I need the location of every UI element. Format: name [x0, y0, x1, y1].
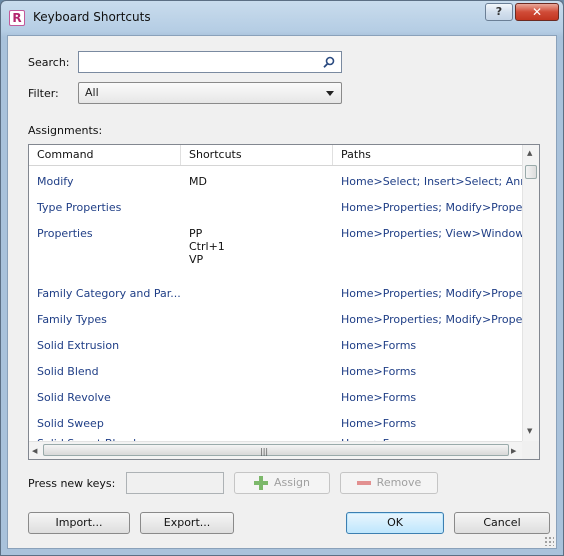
search-icon[interactable]: [323, 56, 335, 68]
cell-paths: Home>Forms: [341, 365, 417, 378]
cell-command: Properties: [37, 227, 93, 240]
vertical-scroll-thumb[interactable]: [525, 165, 537, 179]
table-row[interactable]: Solid Revolve Home>Forms: [29, 387, 523, 413]
search-input[interactable]: [78, 51, 342, 73]
table-row[interactable]: Type Properties Home>Properties; Modify>…: [29, 197, 523, 223]
filter-dropdown[interactable]: All: [78, 82, 342, 104]
chevron-down-icon: [326, 91, 334, 96]
horizontal-scroll-thumb[interactable]: |||: [43, 444, 509, 456]
cell-command: Solid Revolve: [37, 391, 111, 404]
filter-label: Filter:: [28, 87, 59, 100]
column-header-shortcuts[interactable]: Shortcuts: [181, 145, 333, 165]
assign-button[interactable]: Assign: [234, 472, 330, 494]
table-row[interactable]: Properties PP Ctrl+1 VP Home>Properties;…: [29, 223, 523, 275]
cell-command: Family Types: [37, 313, 107, 326]
search-label: Search:: [28, 56, 70, 69]
column-header-paths[interactable]: Paths: [333, 145, 523, 165]
plus-icon: [254, 476, 268, 490]
cell-shortcuts: MD: [189, 175, 207, 188]
title-bar[interactable]: R Keyboard Shortcuts ? ✕: [1, 1, 563, 35]
press-new-keys-input[interactable]: [126, 472, 224, 494]
table-row[interactable]: Modify MD Home>Select; Insert>Select; An…: [29, 171, 523, 197]
cell-paths: Home>Forms: [341, 339, 417, 352]
cell-command: Type Properties: [37, 201, 122, 214]
scroll-grip-icon: |||: [260, 447, 269, 456]
close-button[interactable]: ✕: [515, 3, 559, 21]
press-keys-label: Press new keys:: [28, 477, 116, 490]
scroll-left-arrow-icon[interactable]: ◀: [32, 447, 37, 455]
export-button[interactable]: Export...: [140, 512, 234, 534]
revit-app-icon: R: [9, 10, 25, 26]
table-header: Command Shortcuts Paths: [29, 145, 523, 166]
resize-grip-icon[interactable]: [544, 536, 554, 546]
cell-paths: Home>Properties; View>Window...: [341, 227, 523, 240]
search-label-text: Search:: [28, 56, 70, 69]
table-row[interactable]: Family Types Home>Properties; Modify>Pro…: [29, 309, 523, 335]
cell-shortcuts: PP Ctrl+1 VP: [189, 227, 225, 266]
remove-button[interactable]: Remove: [340, 472, 438, 494]
help-button[interactable]: ?: [485, 3, 513, 21]
cell-command: Solid Blend: [37, 365, 99, 378]
cancel-button[interactable]: Cancel: [454, 512, 550, 534]
column-header-command[interactable]: Command: [29, 145, 181, 165]
assignments-label: Assignments:: [28, 124, 103, 137]
cell-command: Family Category and Par...: [37, 287, 181, 300]
cell-command: Solid Sweep: [37, 417, 104, 430]
scroll-right-arrow-icon[interactable]: ▶: [511, 447, 516, 455]
cell-paths: Home>Forms: [341, 391, 417, 404]
cell-paths: Home>Select; Insert>Select; Ann...: [341, 175, 523, 188]
cell-command: Solid Extrusion: [37, 339, 120, 352]
search-field[interactable]: [82, 54, 316, 72]
remove-label: Remove: [376, 476, 422, 489]
cell-paths: Home>Properties; Modify>Prope...: [341, 287, 523, 300]
scroll-up-arrow-icon[interactable]: ▲: [527, 149, 532, 157]
scroll-corner: [522, 441, 539, 459]
dialog-title: Keyboard Shortcuts: [33, 10, 151, 24]
cell-command: Modify: [37, 175, 74, 188]
assign-label: Assign: [274, 476, 310, 489]
table-row[interactable]: Solid Blend Home>Forms: [29, 361, 523, 387]
ok-button[interactable]: OK: [346, 512, 444, 534]
keyboard-shortcuts-dialog: R Keyboard Shortcuts ? ✕ Search: Filter:…: [0, 0, 564, 556]
minus-icon: [356, 481, 371, 485]
dialog-body: Search: Filter: All Assignments: Command…: [7, 35, 557, 549]
table-row[interactable]: Solid Extrusion Home>Forms: [29, 335, 523, 361]
horizontal-scrollbar[interactable]: ◀ ||| ▶: [29, 441, 523, 459]
cell-paths: Home>Properties; Modify>Prope...: [341, 201, 523, 214]
scroll-down-arrow-icon[interactable]: ▼: [527, 427, 532, 435]
table-row[interactable]: Solid Sweep Home>Forms: [29, 413, 523, 439]
cell-paths: Home>Forms: [341, 417, 417, 430]
table-row[interactable]: Family Category and Par... Home>Properti…: [29, 283, 523, 309]
import-button[interactable]: Import...: [28, 512, 130, 534]
assignments-table[interactable]: Command Shortcuts Paths Modify MD Home>S…: [28, 144, 540, 460]
cell-paths: Home>Properties; Modify>Prope...: [341, 313, 523, 326]
filter-value: All: [85, 86, 99, 99]
vertical-scrollbar[interactable]: ▲ ▼: [522, 145, 539, 441]
